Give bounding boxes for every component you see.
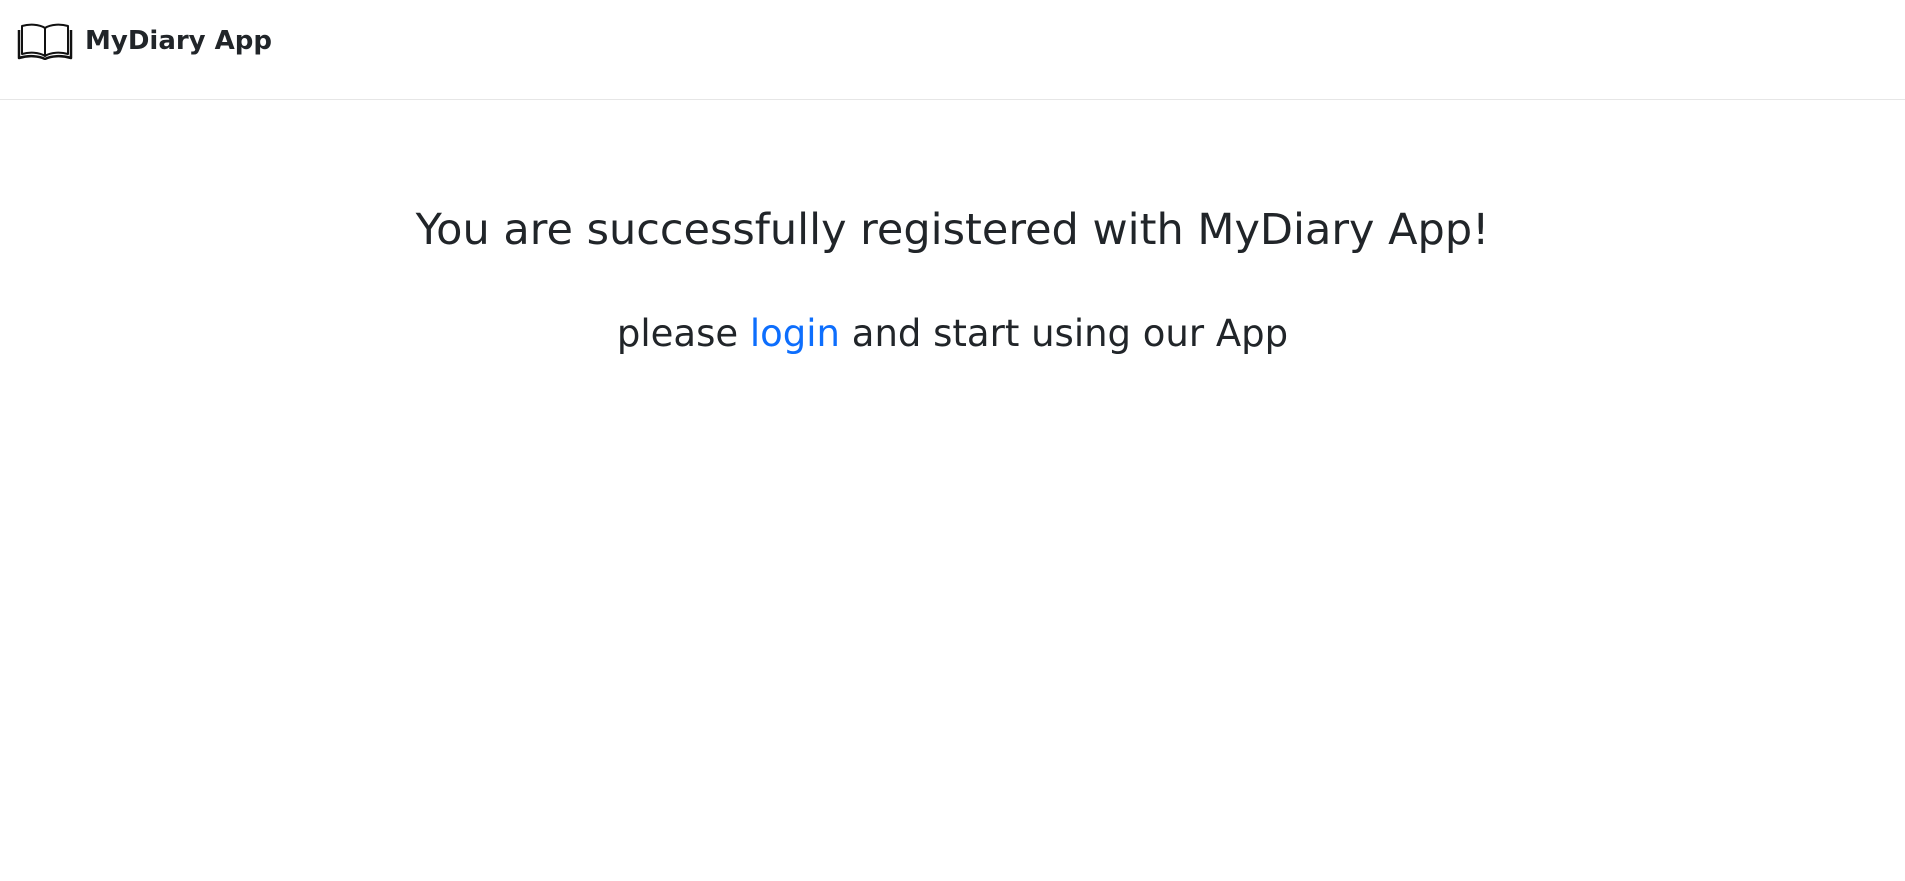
- login-link[interactable]: login: [750, 312, 840, 355]
- brand-link[interactable]: MyDiary App: [17, 22, 272, 60]
- main-content: You are successfully registered with MyD…: [0, 100, 1905, 356]
- navbar: MyDiary App: [0, 0, 1905, 100]
- prompt-after: and start using our App: [840, 312, 1289, 355]
- prompt-before: please: [616, 312, 750, 355]
- brand-name: MyDiary App: [85, 25, 273, 56]
- login-prompt: please login and start using our App: [0, 256, 1905, 356]
- success-heading: You are successfully registered with MyD…: [415, 205, 1490, 255]
- open-book-icon: [17, 22, 73, 60]
